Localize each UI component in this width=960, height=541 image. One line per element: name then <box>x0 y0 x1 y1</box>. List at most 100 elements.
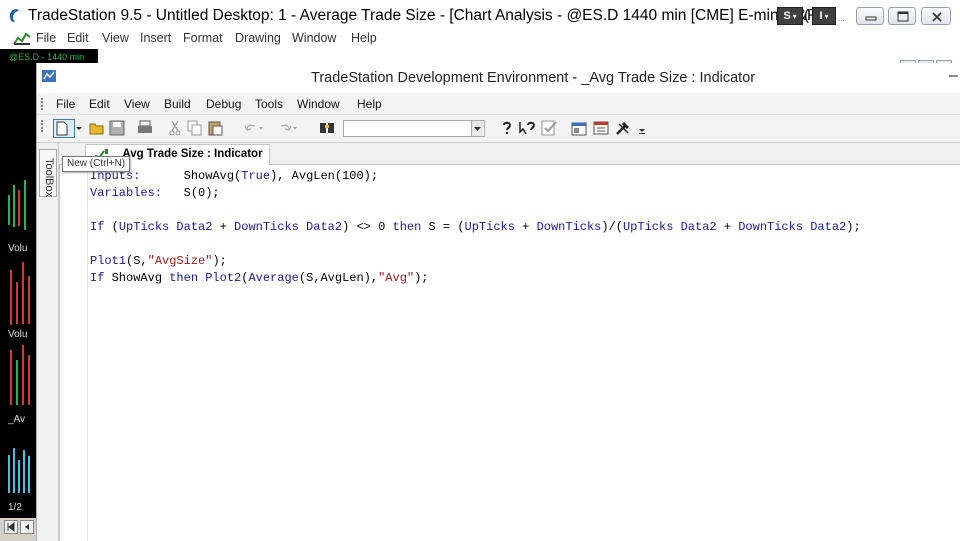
code-text: ), AvgLen(100); <box>270 169 379 183</box>
menu-view[interactable]: View <box>102 31 129 45</box>
code-string: "AvgSize" <box>147 254 213 268</box>
toolbox-panel: ToolBox <box>37 143 59 541</box>
chart-symbol-label: @ES.D - 1440 min <box>9 52 85 62</box>
dev-menu-file[interactable]: File <box>56 97 75 111</box>
code-function: DownTicks <box>536 220 602 234</box>
new-dropdown-arrow-icon[interactable] <box>75 120 83 136</box>
find-combo-input[interactable] <box>343 120 485 137</box>
toolbar-overflow-icon[interactable] <box>637 120 647 136</box>
context-help-icon[interactable] <box>519 120 537 136</box>
find-icon[interactable] <box>319 120 335 136</box>
verify-icon[interactable] <box>541 120 557 136</box>
dev-title: TradeStation Development Environment - _… <box>311 70 756 86</box>
chevron-down-icon: ▾ <box>792 11 797 21</box>
menu-insert[interactable]: Insert <box>140 31 171 45</box>
close-button[interactable] <box>921 7 951 25</box>
dev-titlebar: TradeStation Development Environment - _… <box>37 63 960 93</box>
volume-label-1: Volu <box>8 243 28 254</box>
chart-navigation <box>0 518 36 541</box>
dev-environment-icon <box>42 70 56 82</box>
toolbar-grip[interactable] <box>41 120 43 132</box>
dev-menu-debug[interactable]: Debug <box>206 97 241 111</box>
volume-bar <box>22 262 24 324</box>
dev-menu-edit[interactable]: Edit <box>89 97 110 111</box>
app-menubar: File Edit View Insert Format Drawing Win… <box>0 29 960 75</box>
maximize-button[interactable] <box>888 7 916 25</box>
code-text: ); <box>846 220 861 234</box>
menu-help[interactable]: Help <box>351 31 377 45</box>
cut-icon[interactable] <box>167 120 183 136</box>
volume-bar <box>28 355 30 405</box>
chart-analysis-icon <box>13 32 31 45</box>
volume-bar <box>10 350 12 405</box>
price-bar <box>8 195 10 225</box>
price-bar <box>18 190 20 226</box>
dev-menu-tools[interactable]: Tools <box>255 97 283 111</box>
interval-link-button[interactable]: I ▾ <box>812 7 836 25</box>
redo-icon[interactable] <box>277 120 299 136</box>
paste-icon[interactable] <box>207 120 223 136</box>
avg-bar <box>23 450 25 493</box>
code-text: + <box>514 220 537 234</box>
code-text: ); <box>212 254 227 268</box>
price-bar <box>13 185 15 227</box>
document-tab-strip: _Avg Trade Size : Indicator <box>59 143 960 165</box>
menu-window[interactable]: Window <box>292 31 336 45</box>
tradestation-logo-icon <box>9 9 19 22</box>
minimize-button[interactable] <box>856 7 884 25</box>
dev-menu-view[interactable]: View <box>124 97 150 111</box>
customize-icon[interactable] <box>593 120 609 136</box>
volume-bar <box>10 270 12 325</box>
menu-drawing[interactable]: Drawing <box>235 31 281 45</box>
help-icon[interactable] <box>499 120 515 136</box>
dev-environment-window: TradeStation Development Environment - _… <box>36 63 960 541</box>
dev-menu-help[interactable]: Help <box>357 97 382 111</box>
scroll-first-button[interactable] <box>4 520 18 534</box>
code-text: ); <box>414 271 429 285</box>
code-keyword: then <box>392 220 422 234</box>
menu-edit[interactable]: Edit <box>67 31 89 45</box>
date-label: 1/2 <box>8 502 22 513</box>
symbol-link-label: S <box>783 10 791 22</box>
properties-icon[interactable] <box>571 120 587 136</box>
app-title: TradeStation 9.5 - Untitled Desktop: 1 -… <box>28 7 818 24</box>
toolbox-tab[interactable]: ToolBox <box>39 149 57 197</box>
avg-bar <box>13 448 15 493</box>
code-function: Average <box>248 271 299 285</box>
code-line-plot1: Plot1(S,"AvgSize"); <box>90 254 227 268</box>
dev-menu-window[interactable]: Window <box>297 97 340 111</box>
new-document-icon <box>56 121 68 136</box>
scroll-left-button[interactable] <box>20 520 34 534</box>
menu-file[interactable]: File <box>36 31 56 45</box>
code-value: True <box>241 169 271 183</box>
new-button[interactable] <box>53 119 75 138</box>
code-text: ShowAvg <box>104 271 170 285</box>
volume-bar <box>16 360 18 405</box>
symbol-link-button[interactable]: S ▾ <box>777 7 803 25</box>
tools-icon[interactable] <box>615 120 631 136</box>
arrow-left-icon <box>25 524 29 530</box>
code-line-variables: Variables: S(0); <box>90 186 220 200</box>
menu-format[interactable]: Format <box>183 31 223 45</box>
open-folder-icon[interactable] <box>89 120 105 136</box>
code-function: DownTicks Data2 <box>738 220 847 234</box>
dev-menu-build[interactable]: Build <box>164 97 191 111</box>
code-keyword: If <box>90 271 105 285</box>
code-editor[interactable]: Inputs: ShowAvg(True), AvgLen(100); Vari… <box>59 165 960 541</box>
undo-icon[interactable] <box>243 120 265 136</box>
code-function: UpTicks Data2 <box>118 220 213 234</box>
copy-icon[interactable] <box>187 120 203 136</box>
save-icon[interactable] <box>109 120 125 136</box>
dev-minimize-button[interactable]: – <box>949 67 958 85</box>
code-text: ( <box>111 220 119 234</box>
code-text: + <box>212 220 235 234</box>
avg-label: _Av <box>8 414 26 425</box>
chevron-down-icon <box>474 127 481 131</box>
code-text: (S, <box>126 254 148 268</box>
code-line-plot2: If ShowAvg then Plot2(Average(S,AvgLen),… <box>90 271 429 285</box>
find-combo-dropdown[interactable] <box>471 121 483 136</box>
volume-label-2: Volu <box>8 329 28 340</box>
print-icon[interactable] <box>137 120 153 136</box>
menubar-grip[interactable] <box>41 98 43 110</box>
title-ellipsis: ... <box>838 14 845 23</box>
